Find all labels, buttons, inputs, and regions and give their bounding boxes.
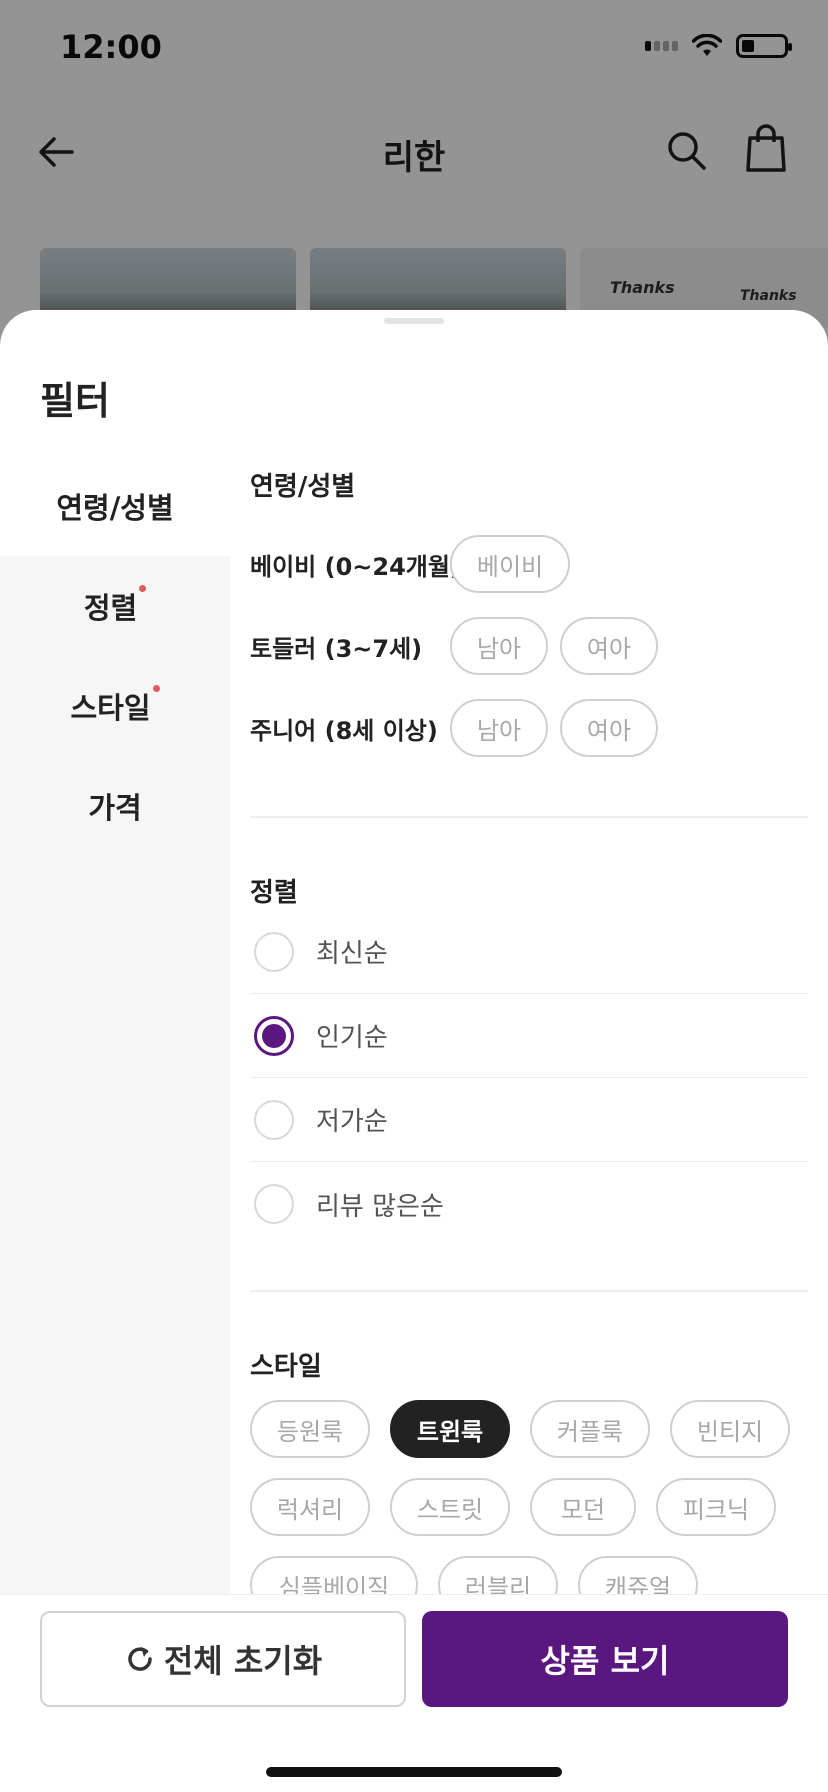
age-label: 베이비 (0~24개월) (250, 552, 461, 581)
sidebar-item-price[interactable]: 가격 (0, 756, 230, 856)
style-chip[interactable]: 모던 (530, 1478, 636, 1536)
chip-junior-girl[interactable]: 여아 (560, 699, 658, 757)
radio-button[interactable] (254, 931, 294, 972)
radio-button-selected[interactable] (254, 1015, 294, 1056)
sidebar-item-label: 가격 (88, 791, 142, 825)
sort-option-label: 리뷰 많은순 (316, 1191, 444, 1222)
sidebar-item-label: 스타일 (70, 691, 151, 725)
age-label: 토들러 (3~7세) (250, 634, 423, 663)
sort-option-popular[interactable]: 인기순 (250, 994, 808, 1078)
age-row-junior: 주니어 (8세 이상) 남아 여아 (250, 698, 670, 758)
age-row-baby: 베이비 (0~24개월) 베이비 (250, 534, 582, 594)
reset-all-button[interactable]: 전체 초기화 (40, 1611, 406, 1707)
chip-toddler-boy[interactable]: 남아 (450, 617, 548, 675)
filter-content: 연령/성별 베이비 (0~24개월) 베이비 토들러 (3~7세) 남아 여아 … (250, 456, 810, 1614)
bottom-action-bar: 전체 초기화 상품 보기 (0, 1594, 828, 1792)
style-chip[interactable]: 럭셔리 (250, 1478, 370, 1536)
sheet-grabber[interactable] (384, 318, 444, 324)
section-title-sort: 정렬 (250, 878, 298, 908)
style-chip[interactable]: 커플룩 (530, 1400, 650, 1458)
sort-option-newest[interactable]: 최신순 (250, 910, 808, 994)
sidebar-item-age-gender[interactable]: 연령/성별 (0, 456, 230, 556)
home-indicator (266, 1767, 562, 1777)
sort-option-lowest-price[interactable]: 저가순 (250, 1078, 808, 1162)
section-divider (250, 1290, 808, 1292)
view-products-button[interactable]: 상품 보기 (422, 1611, 788, 1707)
sidebar-item-label: 연령/성별 (56, 491, 174, 525)
style-chip-selected[interactable]: 트윈룩 (390, 1400, 510, 1458)
sheet-title: 필터 (40, 379, 110, 423)
style-chip-row: 등원룩 트윈룩 커플룩 빈티지 (250, 1400, 790, 1458)
age-label: 주니어 (8세 이상) (250, 716, 438, 745)
style-chip[interactable]: 빈티지 (670, 1400, 790, 1458)
chip-junior-boy[interactable]: 남아 (450, 699, 548, 757)
chip-toddler-girl[interactable]: 여아 (560, 617, 658, 675)
sidebar-item-sort[interactable]: 정렬 (0, 556, 230, 656)
sort-option-label: 최신순 (316, 939, 388, 969)
section-title-style: 스타일 (250, 1352, 322, 1382)
sort-option-label: 저가순 (316, 1107, 388, 1137)
sidebar-item-label: 정렬 (83, 591, 138, 625)
sort-option-label: 인기순 (316, 1023, 388, 1053)
style-chip[interactable]: 등원룩 (250, 1400, 370, 1458)
style-chip-row: 럭셔리 스트릿 모던 피크닉 (250, 1478, 776, 1536)
chip-baby[interactable]: 베이비 (450, 535, 570, 593)
badge-dot (139, 584, 147, 592)
badge-dot (152, 684, 160, 692)
refresh-icon (128, 1647, 152, 1671)
filter-sidebar: 연령/성별 정렬 스타일 가격 (0, 456, 230, 1596)
view-products-label: 상품 보기 (540, 1642, 670, 1680)
filter-bottom-sheet: 필터 연령/성별 정렬 스타일 가격 연령/성별 베이비 (0~24개월) 베이… (0, 310, 828, 1792)
reset-all-label: 전체 초기화 (163, 1642, 323, 1680)
style-chip[interactable]: 스트릿 (390, 1478, 510, 1536)
sort-option-most-reviews[interactable]: 리뷰 많은순 (250, 1162, 808, 1246)
section-divider (250, 816, 808, 818)
radio-button[interactable] (254, 1184, 294, 1224)
section-title-age-gender: 연령/성별 (250, 472, 356, 502)
sidebar-item-style[interactable]: 스타일 (0, 656, 230, 756)
style-chip[interactable]: 피크닉 (656, 1478, 776, 1536)
radio-button[interactable] (254, 1099, 294, 1140)
age-row-toddler: 토들러 (3~7세) 남아 여아 (250, 616, 670, 676)
